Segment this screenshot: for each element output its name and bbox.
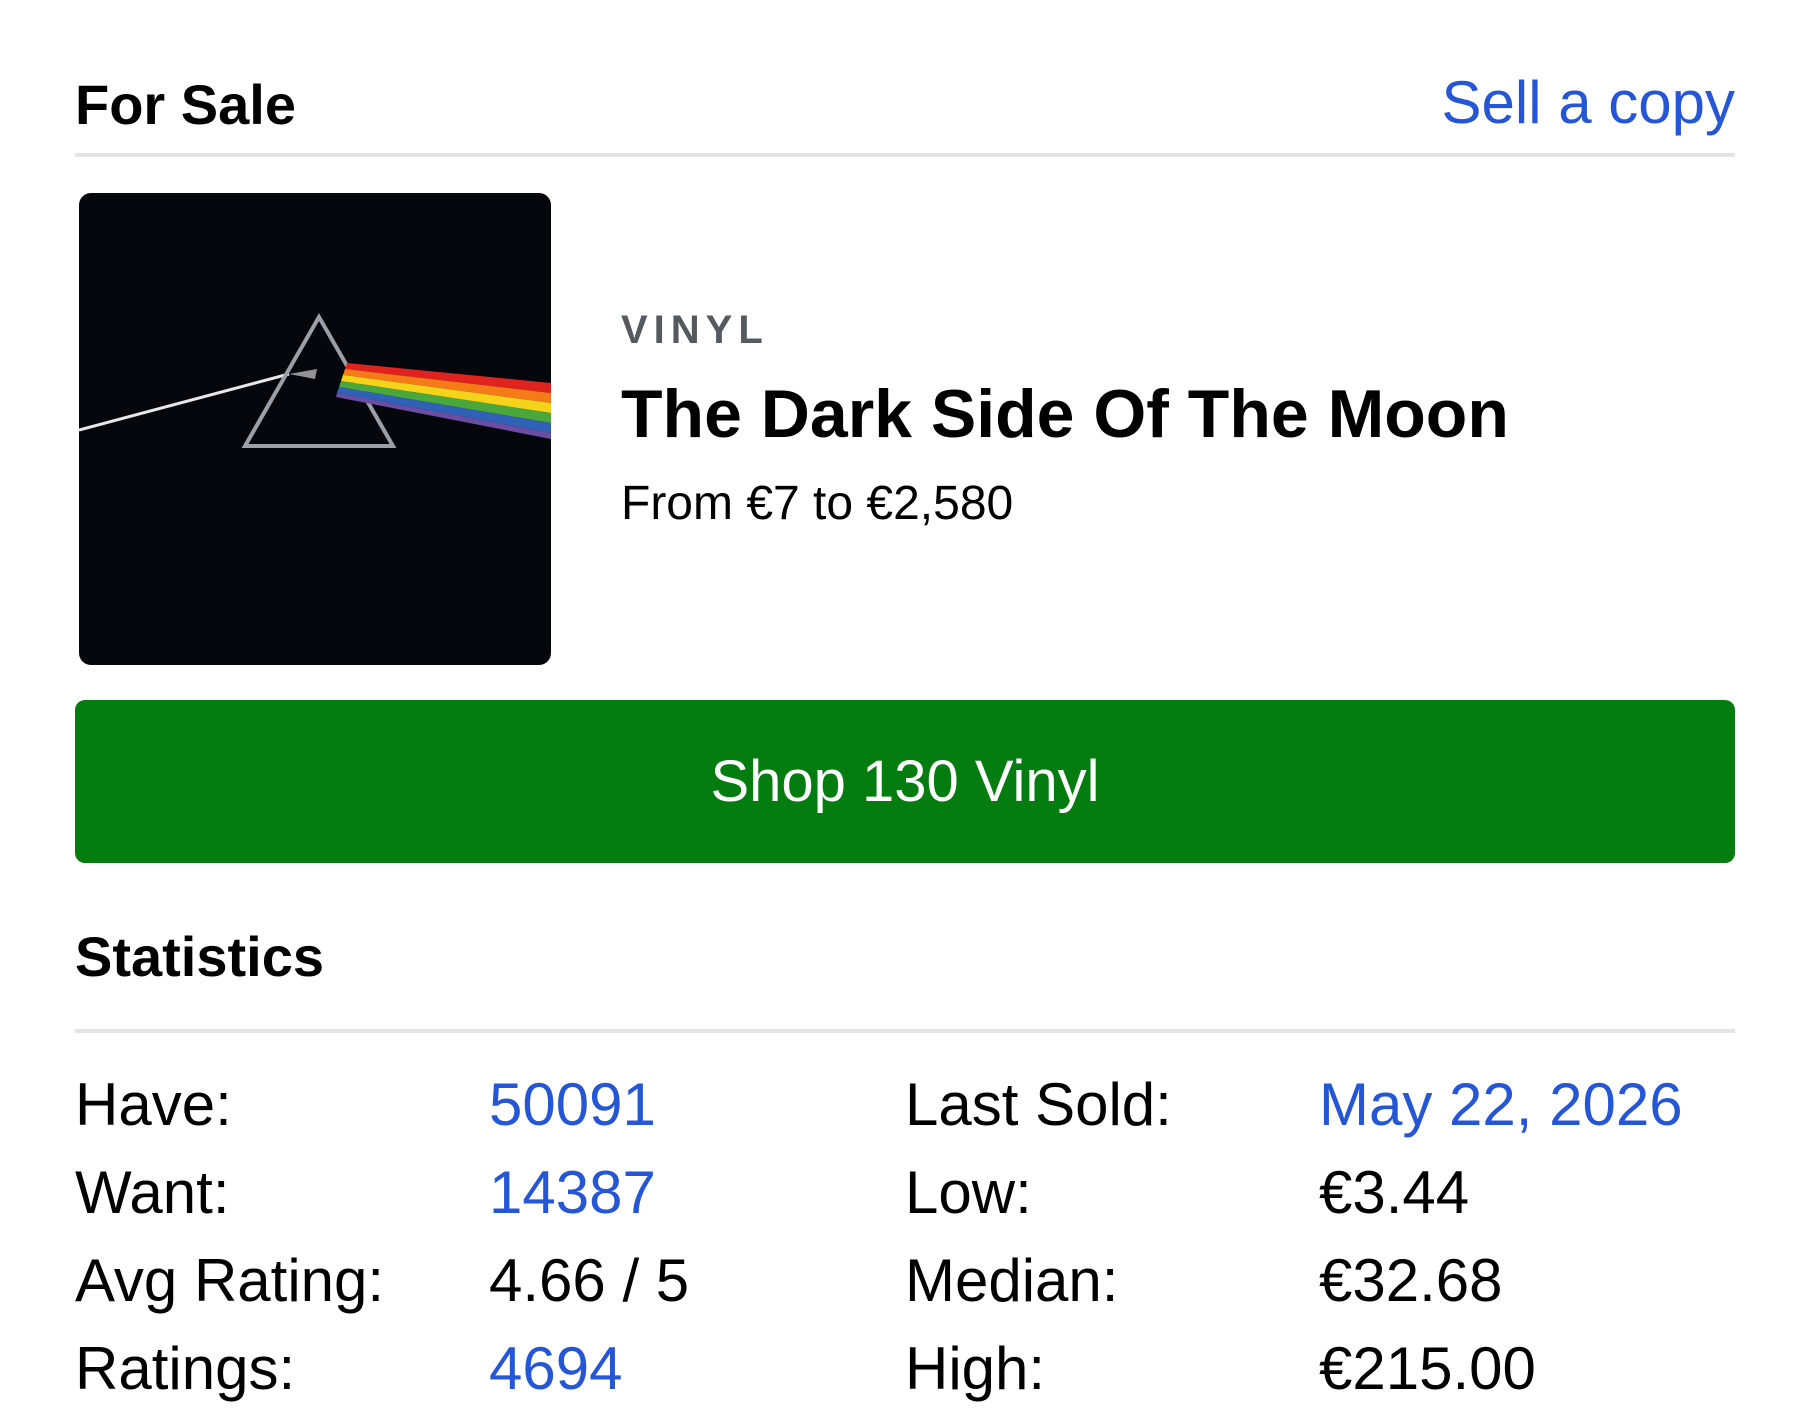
stat-label-median: Median:	[905, 1247, 1119, 1314]
stat-value-avg-rating: 4.66 / 5	[489, 1247, 690, 1314]
sell-a-copy-link[interactable]: Sell a copy	[1442, 73, 1736, 133]
stat-value-last-sold[interactable]: May 22, 2026	[1319, 1061, 1735, 1149]
stat-label-last-sold: Last Sold:	[905, 1071, 1172, 1138]
for-sale-header: For Sale Sell a copy	[75, 0, 1735, 157]
stat-label-have: Have:	[75, 1071, 232, 1138]
stat-label-low: Low:	[905, 1159, 1032, 1226]
stat-value-median: €32.68	[1319, 1247, 1503, 1314]
stat-value-want[interactable]: 14387	[489, 1149, 905, 1237]
price-range: From €7 to €2,580	[621, 477, 1014, 530]
release-format: VINYL	[621, 308, 769, 352]
shop-vinyl-button[interactable]: Shop 130 Vinyl	[75, 700, 1735, 863]
stat-value-have[interactable]: 50091	[489, 1061, 905, 1149]
stat-label-want: Want:	[75, 1159, 230, 1226]
album-cover-image[interactable]	[79, 193, 551, 665]
release-summary: VINYL The Dark Side Of The Moon From €7 …	[75, 193, 1735, 665]
statistics-grid: Have: 50091 Last Sold: May 22, 2026 Want…	[75, 1061, 1735, 1413]
stat-label-avg-rating: Avg Rating:	[75, 1247, 385, 1314]
stat-value-high: €215.00	[1319, 1335, 1536, 1402]
release-title[interactable]: The Dark Side Of The Moon	[621, 380, 1509, 448]
for-sale-title: For Sale	[75, 73, 296, 136]
stat-value-ratings[interactable]: 4694	[489, 1325, 905, 1413]
statistics-header: Statistics	[75, 929, 1735, 1033]
for-sale-panel: For Sale Sell a copy VINYL The Dark Side…	[75, 0, 1735, 1413]
statistics-title: Statistics	[75, 925, 324, 988]
stat-label-ratings: Ratings:	[75, 1335, 296, 1402]
stat-value-low: €3.44	[1319, 1159, 1470, 1226]
release-info: VINYL The Dark Side Of The Moon From €7 …	[621, 310, 1509, 548]
stat-label-high: High:	[905, 1335, 1046, 1402]
